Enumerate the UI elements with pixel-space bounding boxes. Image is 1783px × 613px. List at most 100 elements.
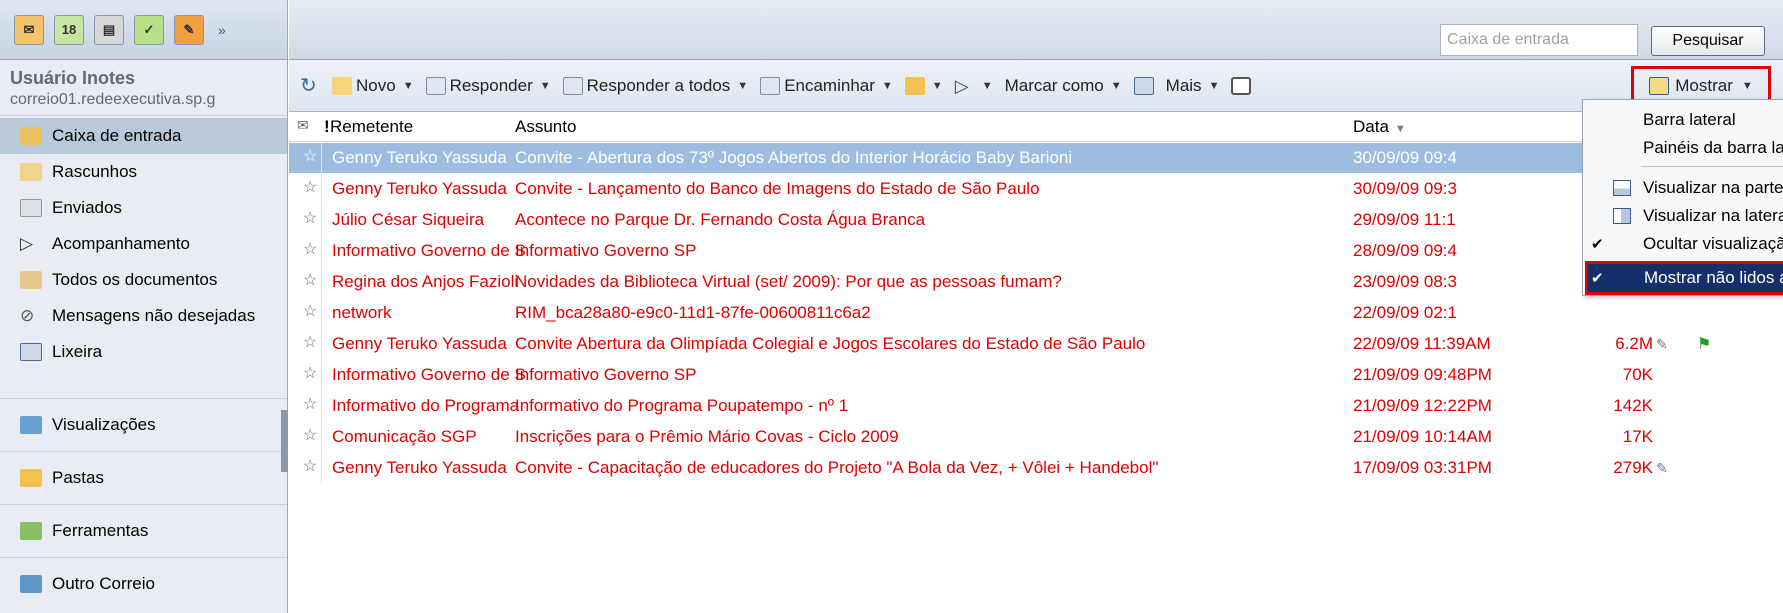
- reply-all-button[interactable]: Responder a todos ▼: [560, 76, 752, 96]
- tools-icon: [20, 522, 42, 540]
- table-row[interactable]: ☆ Genny Teruko Yassuda Convite - Lançament…: [289, 174, 1783, 204]
- column-date[interactable]: Data ▼: [1353, 117, 1406, 137]
- star-icon[interactable]: ☆: [303, 394, 317, 414]
- contacts-app-icon[interactable]: ▤: [94, 14, 124, 45]
- star-icon[interactable]: ☆: [303, 208, 317, 228]
- forward-button[interactable]: Encaminhar ▼: [757, 76, 896, 96]
- star-icon[interactable]: ☆: [303, 363, 317, 383]
- search-bar: Pesquisar: [289, 0, 1783, 60]
- column-sender[interactable]: Remetente: [330, 117, 413, 137]
- message-date: 17/09/09 03:31PM: [1353, 458, 1492, 477]
- attachment-icon: ✎: [1656, 335, 1668, 352]
- section-tools[interactable]: Ferramentas: [0, 504, 287, 557]
- menu-item-hide-preview[interactable]: ✔ Ocultar visualização: [1583, 230, 1783, 258]
- flag-icon[interactable]: ⚑: [1697, 334, 1711, 354]
- trash-icon: [1133, 76, 1154, 95]
- new-label: Novo: [356, 75, 396, 95]
- table-row[interactable]: ☆ network RIM_bca28a80-e9c0-11d1-87fe-0060…: [289, 298, 1783, 328]
- new-button[interactable]: Novo ▼: [329, 76, 417, 96]
- search-button[interactable]: Pesquisar: [1651, 26, 1765, 56]
- menu-item-label: Ocultar visualização: [1643, 234, 1783, 253]
- table-row[interactable]: ☆ Comunicação SGP Inscrições para o Prêmio…: [289, 422, 1783, 452]
- more-apps-chevron-icon[interactable]: »: [218, 22, 226, 38]
- attachment-icon: ✎: [1656, 459, 1668, 476]
- other-mail-icon: [20, 575, 42, 593]
- column-date-label: Data: [1353, 117, 1389, 136]
- star-icon[interactable]: ☆: [303, 456, 317, 476]
- menu-item-preview-side[interactable]: Visualizar na lateral: [1583, 202, 1783, 230]
- table-row[interactable]: ☆ Informativo Governo de S Informativo Gov…: [289, 236, 1783, 266]
- table-row[interactable]: ☆ Genny Teruko Yassuda Convite - Abertura …: [289, 143, 1783, 173]
- table-row[interactable]: ☆ Genny Teruko Yassuda Convite - Capacitaç…: [289, 453, 1783, 483]
- menu-item-label: Visualizar na lateral: [1643, 206, 1783, 225]
- sidebar-item-inbox[interactable]: Caixa de entrada: [0, 118, 287, 154]
- message-subject: Convite - Lançamento do Banco de Imagens…: [515, 179, 1040, 198]
- star-icon[interactable]: ☆: [303, 177, 317, 197]
- message-date: 22/09/09 02:1: [1353, 303, 1457, 322]
- menu-item-show-unread-only[interactable]: ✔ Mostrar não lidos apenas: [1585, 261, 1783, 295]
- sidebar-item-followup[interactable]: ▷ Acompanhamento: [0, 226, 287, 262]
- reply-label: Responder: [449, 75, 533, 95]
- star-icon[interactable]: ☆: [303, 301, 317, 321]
- checkmark-icon: ✔: [1591, 236, 1604, 253]
- main-pane: Pesquisar ↻ Novo ▼ Responder ▼ Responder a…: [289, 0, 1783, 613]
- message-date: 21/09/09 09:48PM: [1353, 365, 1492, 384]
- sidebar-item-label: Mensagens não desejadas: [52, 306, 256, 325]
- table-row[interactable]: ☆ Regina dos Anjos Fazioli Novidades da Bi…: [289, 267, 1783, 297]
- mail-app-icon[interactable]: ✉: [14, 14, 44, 45]
- sidebar-item-sent[interactable]: Enviados: [0, 190, 287, 226]
- chevron-down-icon: ▼: [539, 79, 551, 92]
- printer-icon: [1231, 76, 1252, 95]
- todo-app-icon[interactable]: ✓: [134, 14, 164, 45]
- show-label: Mostrar: [1675, 76, 1733, 95]
- sidebar-item-label: Lixeira: [52, 342, 103, 361]
- star-icon[interactable]: ☆: [303, 239, 317, 259]
- folder-icon: [904, 76, 925, 95]
- star-icon[interactable]: ☆: [303, 425, 317, 445]
- calendar-app-icon[interactable]: 18: [54, 14, 84, 45]
- sidebar-item-label: Acompanhamento: [52, 234, 190, 253]
- refresh-icon: ↻: [300, 74, 317, 97]
- section-other-mail[interactable]: Outro Correio: [0, 557, 287, 610]
- sidebar-item-all-documents[interactable]: Todos os documentos: [0, 262, 287, 298]
- delete-button[interactable]: [1131, 76, 1157, 95]
- message-subject: Novidades da Biblioteca Virtual (set/ 20…: [515, 272, 1062, 291]
- message-sender: network: [332, 303, 392, 322]
- sidebar-item-junk[interactable]: ⊘ Mensagens não desejadas: [0, 298, 287, 334]
- message-subject: Acontece no Parque Dr. Fernando Costa Ág…: [515, 210, 926, 229]
- notebook-app-icon[interactable]: ✎: [174, 14, 204, 45]
- chevron-down-icon: ▼: [1110, 79, 1122, 92]
- refresh-button[interactable]: ↻: [297, 74, 323, 97]
- column-subject[interactable]: Assunto: [515, 117, 576, 137]
- sidebar: ✉ 18 ▤ ✓ ✎ » Usuário Inotes correio01.re…: [0, 0, 288, 613]
- sidebar-item-drafts[interactable]: Rascunhos: [0, 154, 287, 190]
- table-row[interactable]: ☆ Informativo Governo de S Informativo Gov…: [289, 360, 1783, 390]
- sidebar-splitter-handle[interactable]: [281, 410, 288, 472]
- star-icon[interactable]: ☆: [303, 146, 317, 166]
- follow-up-button[interactable]: ▷ ▼: [952, 77, 996, 95]
- folder-icon: [20, 469, 42, 487]
- table-row[interactable]: ☆ Júlio César Siqueira Acontece no Parque …: [289, 205, 1783, 235]
- menu-item-preview-bottom[interactable]: Visualizar na parte inferior: [1583, 174, 1783, 202]
- message-date: 28/09/09 09:4: [1353, 241, 1457, 260]
- mark-as-button[interactable]: Marcar como ▼: [1002, 76, 1125, 96]
- menu-item-sidebar[interactable]: Barra lateral: [1583, 106, 1783, 134]
- search-input[interactable]: [1440, 24, 1638, 56]
- envelope-column-icon: ✉: [297, 117, 309, 133]
- message-date: 21/09/09 12:22PM: [1353, 396, 1492, 415]
- more-button[interactable]: Mais ▼: [1163, 76, 1223, 96]
- reply-button[interactable]: Responder ▼: [423, 76, 554, 96]
- menu-item-sidebar-panels[interactable]: Painéis da barra lateral ▶: [1583, 134, 1783, 162]
- move-to-folder-button[interactable]: ▼: [902, 76, 946, 95]
- table-row[interactable]: ☆ Genny Teruko Yassuda Convite Abertura da…: [289, 329, 1783, 359]
- message-date: 23/09/09 08:3: [1353, 272, 1457, 291]
- section-views[interactable]: Visualizações: [0, 398, 287, 451]
- message-date: 30/09/09 09:3: [1353, 179, 1457, 198]
- section-folders[interactable]: Pastas: [0, 451, 287, 504]
- star-icon[interactable]: ☆: [303, 270, 317, 290]
- print-button[interactable]: [1228, 76, 1254, 95]
- followup-flag-icon: ▷: [20, 234, 34, 253]
- star-icon[interactable]: ☆: [303, 332, 317, 352]
- table-row[interactable]: ☆ Informativo do Programa Informativo do P…: [289, 391, 1783, 421]
- sidebar-item-trash[interactable]: Lixeira: [0, 334, 287, 370]
